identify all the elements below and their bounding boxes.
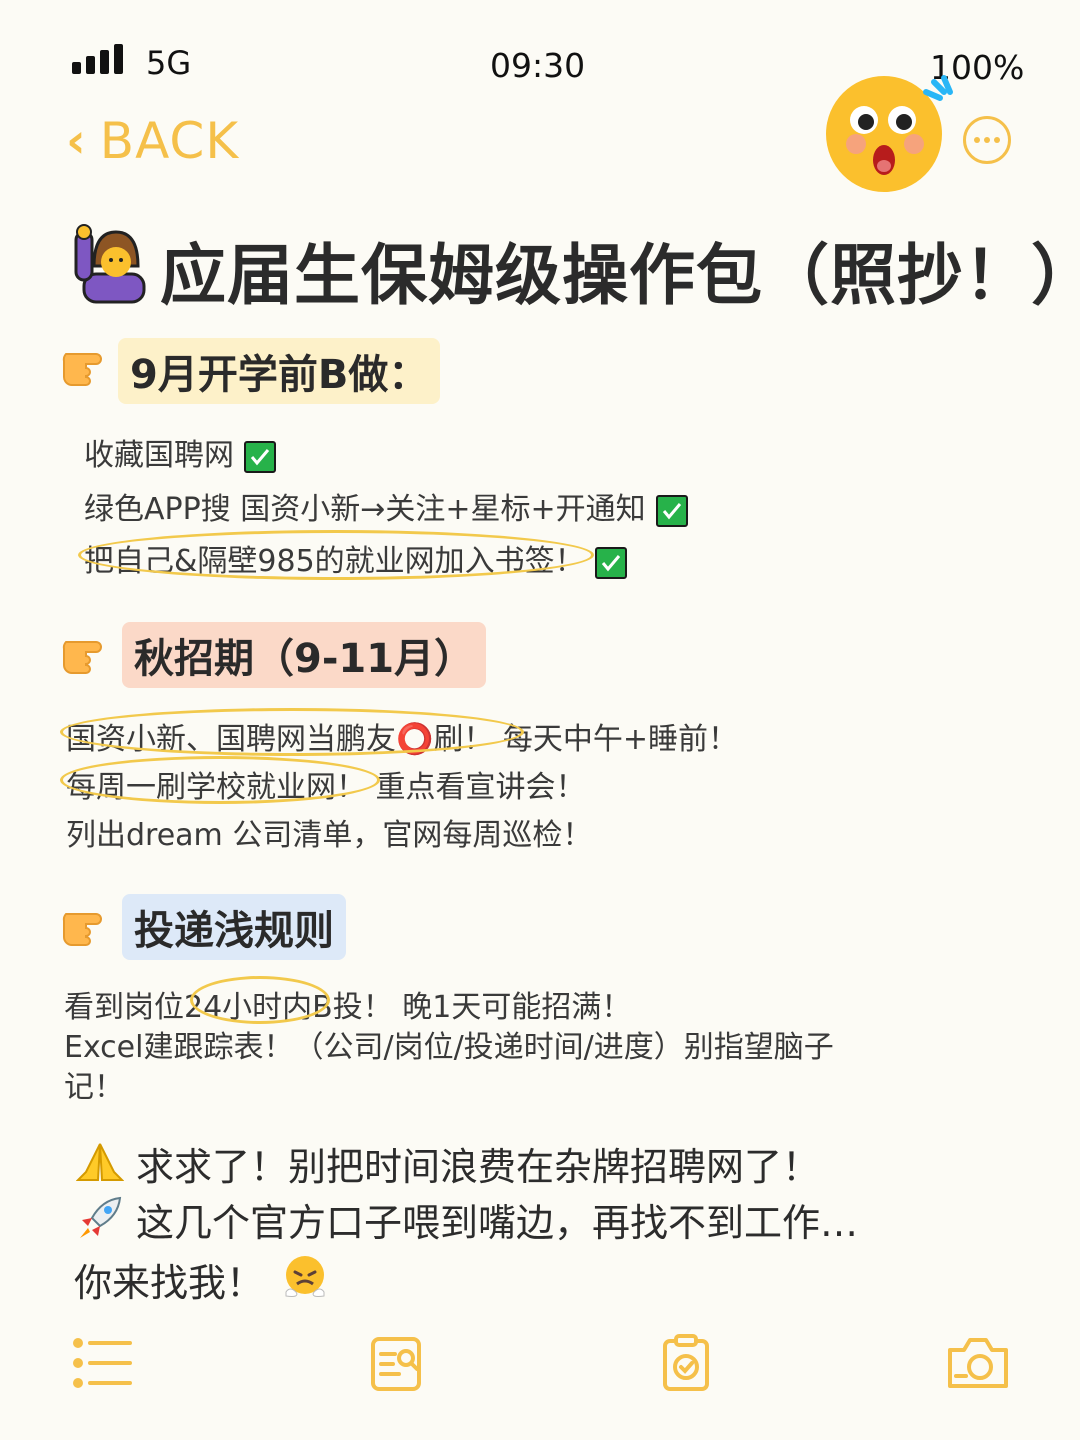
steaming-face-icon (285, 1256, 325, 1297)
section-header-before-term: 9月开学前B做： (118, 338, 441, 404)
pointing-hand-icon (62, 913, 102, 946)
network-label: 5G (146, 44, 192, 82)
highlight-oval (60, 708, 524, 756)
check-icon (594, 546, 627, 579)
footer-line-2: 这几个官方口子喂到嘴边，再找不到工作… (136, 1201, 859, 1245)
rocket-icon (80, 1196, 122, 1238)
check-icon (655, 494, 688, 527)
list-item: Excel建跟踪表！（公司/岗位/投递时间/进度）别指望脑子 (64, 1030, 834, 1065)
highlight-oval (60, 756, 380, 804)
page-title: 应届生保姆级操作包（照抄！） (160, 237, 1080, 314)
footer-line-1: 求求了！别把时间浪费在杂牌招聘网了！ (136, 1145, 821, 1189)
section-header-autumn: 秋招期（9-11月） (122, 622, 487, 688)
list-item: 看到岗位24小时内B投！ 晚1天可能招满！ (64, 990, 632, 1025)
list-icon[interactable] (72, 1336, 132, 1390)
back-chevron-icon: ‹ (66, 113, 86, 169)
list-item: 列出dream 公司清单，官网每周巡检！ (66, 818, 593, 853)
back-button[interactable]: ‹ BACK (66, 112, 239, 170)
more-icon[interactable] (963, 116, 1011, 164)
list-item: 绿色APP搜 国资小新→关注+星标+开通知 (84, 484, 688, 528)
list-item-text: 收藏国聘网 (84, 438, 234, 473)
pointing-hand-icon (62, 353, 102, 386)
clipboard-check-icon[interactable] (662, 1334, 710, 1392)
list-item-text: 绿色APP搜 国资小新→关注+星标+开通知 (84, 492, 646, 527)
camera-icon[interactable] (946, 1336, 1010, 1390)
pointing-hand-icon (62, 641, 102, 674)
shocked-face-icon (826, 75, 953, 192)
signal-icon (72, 44, 123, 74)
section-header-apply-rules: 投递浅规则 (122, 894, 346, 960)
back-label: BACK (99, 112, 240, 170)
footer-line-3: 你来找我！ (74, 1261, 265, 1305)
search-doc-icon[interactable] (370, 1336, 422, 1392)
highlight-oval (190, 976, 330, 1024)
highlight-oval (78, 530, 594, 580)
praying-hands-icon (76, 1143, 124, 1181)
raising-hand-icon (74, 224, 146, 304)
list-item: 记！ (64, 1070, 124, 1105)
list-item: 收藏国聘网 (84, 430, 276, 474)
clock: 09:30 (490, 46, 586, 85)
check-icon (244, 440, 276, 473)
